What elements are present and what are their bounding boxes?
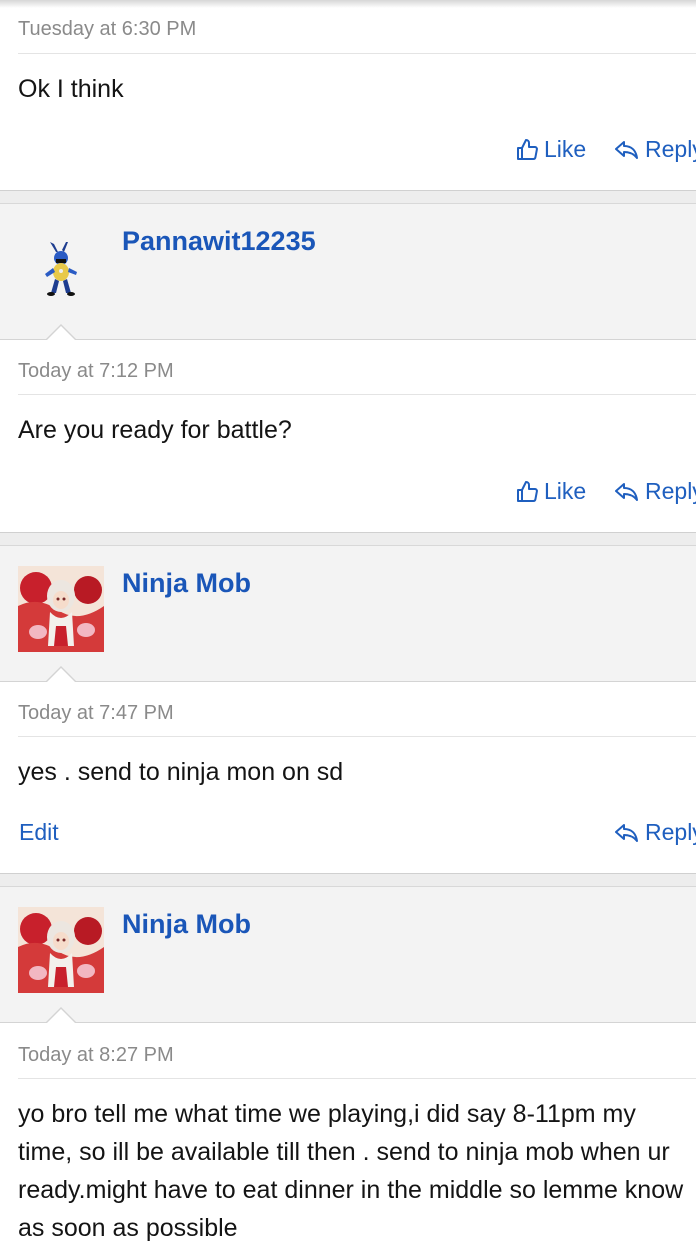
post-date: Today at 8:27 PM [18, 1044, 174, 1066]
avatar[interactable] [18, 907, 104, 993]
reply-label: Reply [645, 819, 696, 845]
thumbs-up-icon [517, 138, 538, 160]
divider [18, 1078, 696, 1079]
reply-button[interactable]: Reply [614, 819, 696, 846]
like-label: Like [544, 478, 587, 504]
post-separator [0, 873, 696, 887]
username-link[interactable]: Ninja Mob [122, 909, 251, 940]
reply-label: Reply [645, 478, 696, 504]
top-shadow [0, 0, 696, 8]
post-date: Tuesday at 6:30 PM [18, 18, 197, 40]
post-date: Today at 7:47 PM [18, 702, 174, 724]
edit-label: Edit [19, 819, 59, 845]
post-message: Ok I think [18, 75, 124, 103]
anime-character-avatar-icon [18, 566, 104, 652]
divider [18, 736, 696, 737]
reply-button[interactable]: Reply [614, 478, 696, 505]
like-button[interactable]: Like [515, 136, 586, 163]
edit-button[interactable]: Edit [19, 819, 59, 846]
divider [18, 53, 696, 54]
post-message: Are you ready for battle? [18, 416, 292, 444]
reply-arrow-icon [615, 823, 638, 842]
divider [18, 394, 696, 395]
avatar[interactable] [18, 566, 104, 652]
user-header: Pannawit12235 [0, 204, 696, 341]
post-message: yo bro tell me what time we playing,i di… [18, 1100, 684, 1242]
user-header: Ninja Mob [0, 887, 696, 1024]
username-link[interactable]: Ninja Mob [122, 568, 251, 599]
reply-arrow-icon [615, 482, 638, 501]
username-link[interactable]: Pannawit12235 [122, 226, 316, 257]
like-label: Like [544, 136, 587, 162]
like-button[interactable]: Like [515, 478, 586, 505]
anime-character-avatar-icon [18, 907, 104, 993]
post-separator [0, 532, 696, 546]
reply-label: Reply [645, 136, 696, 162]
avatar[interactable] [18, 224, 104, 310]
reply-arrow-icon [615, 140, 638, 159]
post-message: yes . send to ninja mon on sd [18, 758, 344, 786]
lucario-sprite-icon [45, 242, 77, 296]
reply-button[interactable]: Reply [614, 136, 696, 163]
user-header: Ninja Mob [0, 546, 696, 683]
thumbs-up-icon [517, 480, 538, 502]
post-separator [0, 190, 696, 204]
post-date: Today at 7:12 PM [18, 360, 174, 382]
